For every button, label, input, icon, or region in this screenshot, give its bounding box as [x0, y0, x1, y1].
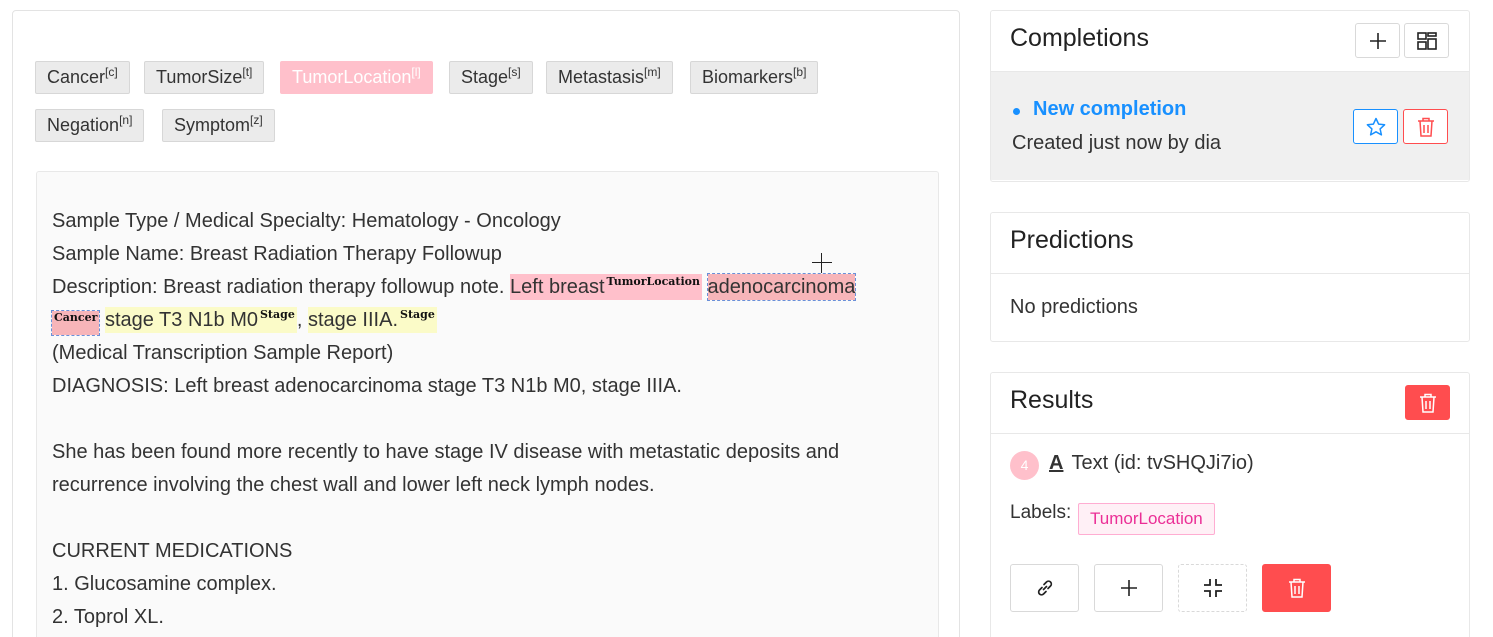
- predictions-body: No predictions: [991, 274, 1469, 344]
- hotkey: c: [108, 65, 115, 79]
- region-description: A Text (id: tvSHQJi7io): [1049, 452, 1254, 475]
- results-header: Results: [991, 373, 1469, 434]
- completions-panel: Completions New completion Created just …: [990, 10, 1470, 182]
- empty-predictions-text: No predictions: [1010, 296, 1138, 318]
- text-type-icon: A: [1049, 452, 1064, 474]
- region-id-text: Text (id: tvSHQJi7io): [1071, 452, 1254, 474]
- delete-region-button[interactable]: [1262, 564, 1331, 612]
- label-metastasis[interactable]: Metastasis[m]: [546, 61, 673, 94]
- panel-title: Predictions: [1010, 226, 1134, 254]
- highlight-text: Left breast: [510, 276, 605, 298]
- highlight-tag: Stage: [259, 308, 295, 321]
- text-line: 2. Toprol XL.: [52, 606, 164, 628]
- completions-header: Completions: [991, 11, 1469, 72]
- compress-icon: [1203, 579, 1222, 597]
- text-line: recurrence involving the chest wall and …: [52, 474, 655, 496]
- panel-title: Results: [1010, 386, 1094, 414]
- add-completion-button[interactable]: [1355, 23, 1400, 58]
- text-line: Cancer stage T3 N1b M0 Stage, stage IIIA.…: [50, 304, 923, 337]
- label-name: TumorSize: [156, 67, 243, 87]
- text-line: Description: Breast radiation therapy fo…: [52, 271, 923, 304]
- annotation-panel: Cancer[c] TumorSize[t] TumorLocation[l] …: [12, 10, 960, 637]
- text-line: She has been found more recently to have…: [52, 441, 840, 463]
- highlight-text: stage T3 N1b M0: [104, 309, 258, 331]
- label-name: TumorLocation: [292, 67, 412, 87]
- text-line: Sample Type / Medical Specialty: Hematol…: [52, 210, 561, 232]
- highlight-stage[interactable]: stage T3 N1b M0 Stage: [104, 307, 297, 333]
- label-name: Metastasis: [558, 67, 645, 87]
- hotkey: b: [796, 65, 804, 79]
- label-cancer[interactable]: Cancer[c]: [35, 61, 130, 94]
- hotkey: s: [511, 65, 518, 79]
- label-biomarkers[interactable]: Biomarkers[b]: [690, 61, 819, 94]
- label-name: Stage: [461, 67, 509, 87]
- highlight-text: stage IIIA.: [307, 309, 399, 331]
- label-name: Cancer: [47, 67, 106, 87]
- add-region-button[interactable]: [1094, 564, 1163, 612]
- highlight-stage[interactable]: stage IIIA. Stage: [307, 307, 437, 333]
- link-icon: [1037, 580, 1052, 596]
- completion-item[interactable]: New completion Created just now by dia: [991, 72, 1469, 180]
- star-icon: [1366, 117, 1385, 136]
- completion-name: New completion: [1033, 98, 1187, 120]
- region-label-chip[interactable]: TumorLocation: [1078, 503, 1215, 535]
- plus-icon: [1120, 580, 1137, 596]
- star-button[interactable]: [1353, 109, 1398, 144]
- highlight-tag: TumorLocation: [606, 275, 700, 288]
- text-line: DIAGNOSIS: Left breast adenocarcinoma st…: [52, 375, 682, 397]
- highlight-tumorlocation[interactable]: Left breast TumorLocation: [510, 274, 702, 300]
- label-symptom[interactable]: Symptom[z]: [162, 109, 275, 142]
- label-name: Symptom: [174, 115, 251, 135]
- delete-completion-button[interactable]: [1403, 109, 1448, 144]
- crosshair-cursor-icon: [812, 253, 832, 273]
- collapse-region-button[interactable]: [1178, 564, 1247, 612]
- region-index-badge: 4: [1010, 451, 1039, 480]
- text-segment: Description: Breast radiation therapy fo…: [52, 276, 511, 298]
- trash-icon: [1419, 393, 1436, 413]
- label-stage[interactable]: Stage[s]: [449, 61, 533, 94]
- label-negation[interactable]: Negation[n]: [35, 109, 145, 142]
- label-tumorlocation[interactable]: TumorLocation[l]: [280, 61, 433, 94]
- text-line: Sample Name: Breast Radiation Therapy Fo…: [52, 243, 502, 265]
- text-line: CURRENT MEDICATIONS: [52, 540, 293, 562]
- hotkey: m: [647, 65, 658, 79]
- predictions-header: Predictions: [991, 213, 1469, 274]
- relation-link-button[interactable]: [1010, 564, 1079, 612]
- label-name: Negation: [47, 115, 120, 135]
- view-all-button[interactable]: [1404, 23, 1449, 58]
- hotkey: n: [122, 113, 130, 127]
- hotkey: l: [414, 65, 418, 79]
- panel-title: Completions: [1010, 24, 1149, 52]
- text-line: (Medical Transcription Sample Report): [52, 342, 394, 364]
- label-name: Biomarkers: [702, 67, 794, 87]
- text-line: 1. Glucosamine complex.: [52, 573, 277, 595]
- document-text[interactable]: Sample Type / Medical Specialty: Hematol…: [36, 171, 939, 637]
- highlight-cancer-text[interactable]: adenocarcinoma: [706, 273, 857, 301]
- highlight-tag: Stage: [400, 308, 435, 321]
- hotkey: z: [253, 113, 260, 127]
- label-tumorsize[interactable]: TumorSize[t]: [144, 61, 265, 94]
- highlight-tag-cancer[interactable]: Cancer: [50, 310, 101, 336]
- layout-grid-icon: [1416, 31, 1437, 50]
- completion-meta: Created just now by dia: [1012, 132, 1222, 154]
- trash-icon: [1288, 578, 1305, 598]
- delete-all-results-button[interactable]: [1405, 385, 1450, 420]
- labels-prefix: Labels:: [1010, 502, 1072, 523]
- hotkey: t: [245, 65, 250, 79]
- trash-icon: [1417, 117, 1434, 137]
- text-segment: ,: [296, 309, 308, 331]
- results-panel: Results 4 A Text (id: tvSHQJi7io) Labels:…: [990, 372, 1470, 637]
- active-dot-icon: [1013, 108, 1020, 115]
- result-region: 4 A Text (id: tvSHQJi7io) Labels: TumorLo…: [991, 434, 1469, 634]
- plus-icon: [1369, 32, 1386, 49]
- predictions-panel: Predictions No predictions: [990, 212, 1470, 342]
